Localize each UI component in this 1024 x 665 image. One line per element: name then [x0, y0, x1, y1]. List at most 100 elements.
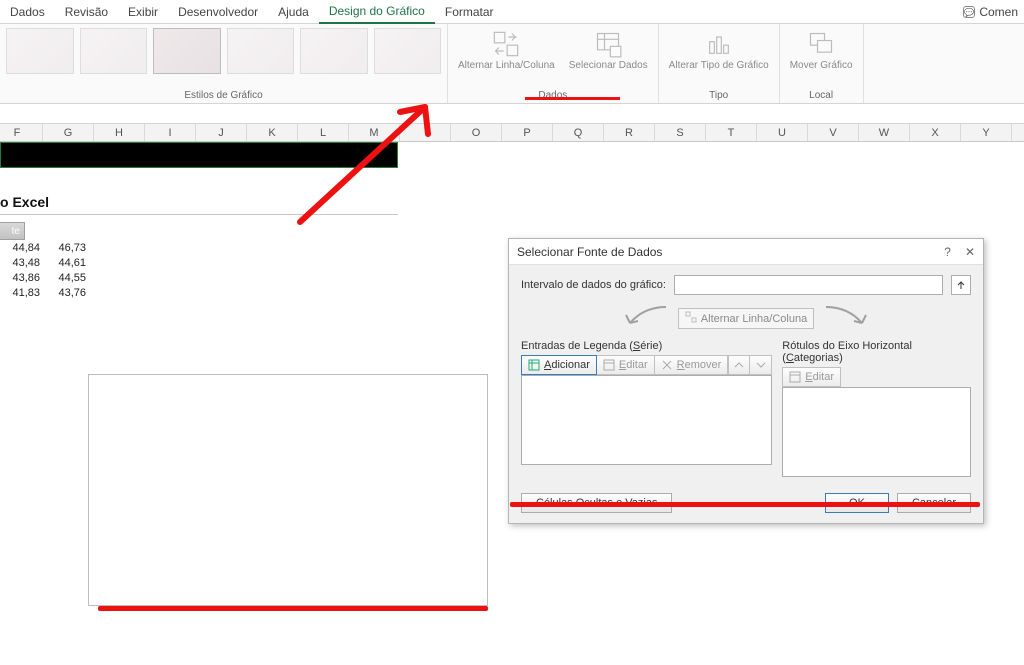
switch-row-column-label: Alternar Linha/Coluna [458, 60, 555, 71]
switch-row-column-mini-icon [685, 311, 697, 326]
group-type: Alterar Tipo de Gráfico Tipo [659, 24, 780, 103]
col-S[interactable]: S [655, 124, 706, 141]
col-M[interactable]: M [349, 124, 400, 141]
group-chart-styles: Estilos de Gráfico [0, 24, 448, 103]
chart-range-input[interactable] [674, 275, 943, 295]
col-I[interactable]: I [145, 124, 196, 141]
chart-style-5[interactable] [300, 28, 368, 74]
col-W[interactable]: W [859, 124, 910, 141]
select-data-icon [594, 30, 622, 58]
col-H[interactable]: H [94, 124, 145, 141]
chart-placeholder[interactable] [88, 374, 488, 606]
worksheet[interactable]: o Excel te 44,84 46,73 43,48 44,61 43,86… [0, 142, 1024, 662]
group-location: Mover Gráfico Local [780, 24, 864, 103]
change-chart-type-icon [705, 30, 733, 58]
edit-series-button[interactable]: Editar [597, 355, 655, 375]
remove-icon [661, 359, 673, 371]
chevron-down-icon [755, 359, 767, 371]
curve-left-icon [620, 305, 668, 332]
chart-style-3[interactable] [153, 28, 221, 74]
col-Q[interactable]: Q [553, 124, 604, 141]
cell[interactable]: 44,61 [46, 257, 92, 272]
cell[interactable]: 44,84 [0, 242, 46, 257]
change-chart-type-button[interactable]: Alterar Tipo de Gráfico [665, 28, 773, 73]
chart-style-1[interactable] [6, 28, 74, 74]
col-J[interactable]: J [196, 124, 247, 141]
categories-label: Rótulos do Eixo Horizontal (Categorias) [782, 340, 971, 364]
categories-listbox[interactable] [782, 387, 971, 477]
col-N[interactable] [400, 124, 451, 141]
col-G[interactable]: G [43, 124, 94, 141]
chart-style-6[interactable] [374, 28, 442, 74]
annotation-red-underline-dialog [510, 502, 980, 507]
dialog-title: Selecionar Fonte de Dados [517, 245, 662, 259]
col-V[interactable]: V [808, 124, 859, 141]
tab-design-grafico[interactable]: Design do Gráfico [319, 0, 435, 24]
cell[interactable]: 41,83 [0, 287, 46, 302]
group-label-location: Local [786, 88, 857, 101]
select-data-button[interactable]: Selecionar Dados [565, 28, 652, 73]
move-chart-icon [807, 30, 835, 58]
select-data-source-dialog: Selecionar Fonte de Dados ? ✕ Intervalo … [508, 238, 984, 524]
col-K[interactable]: K [247, 124, 298, 141]
categories-panel: Rótulos do Eixo Horizontal (Categorias) … [782, 340, 971, 477]
tab-formatar[interactable]: Formatar [435, 1, 504, 23]
comment-icon: 💬 [963, 6, 975, 18]
select-data-label: Selecionar Dados [569, 60, 648, 71]
tab-revisao[interactable]: Revisão [55, 1, 118, 23]
chevron-up-icon [733, 359, 745, 371]
col-F[interactable]: F [0, 124, 43, 141]
chart-style-2[interactable] [80, 28, 148, 74]
data-grid: 44,84 46,73 43,48 44,61 43,86 44,55 41,8… [0, 242, 92, 302]
switch-row-column-dialog-label: Alternar Linha/Coluna [701, 313, 807, 325]
add-series-button[interactable]: Adicionar [521, 355, 597, 375]
col-R[interactable]: R [604, 124, 655, 141]
table-row: 43,48 44,61 [0, 257, 92, 272]
move-chart-label: Mover Gráfico [790, 60, 853, 71]
group-label-type: Tipo [665, 88, 773, 101]
col-Y[interactable]: Y [961, 124, 1012, 141]
tab-dados[interactable]: Dados [0, 1, 55, 23]
switch-row-column-dialog-button[interactable]: Alternar Linha/Coluna [678, 308, 814, 329]
section-title-underline [0, 214, 398, 215]
move-chart-button[interactable]: Mover Gráfico [786, 28, 857, 73]
col-U[interactable]: U [757, 124, 808, 141]
dialog-titlebar: Selecionar Fonte de Dados ? ✕ [509, 239, 983, 265]
col-P[interactable]: P [502, 124, 553, 141]
cell[interactable]: 43,48 [0, 257, 46, 272]
formula-bar-strip [0, 104, 1024, 124]
cell[interactable]: 43,76 [46, 287, 92, 302]
tab-desenvolvedor[interactable]: Desenvolvedor [168, 1, 268, 23]
table-row: 44,84 46,73 [0, 242, 92, 257]
table-row: 43,86 44,55 [0, 272, 92, 287]
close-button[interactable]: ✕ [965, 245, 975, 259]
legend-series-panel: Entradas de Legenda (Série) Adicionar Ed… [521, 340, 772, 477]
add-icon [528, 359, 540, 371]
edit-category-button[interactable]: Editar [782, 367, 841, 387]
cell[interactable]: 46,73 [46, 242, 92, 257]
range-picker-button[interactable] [951, 275, 971, 295]
black-row-band [0, 142, 398, 168]
table-row: 41,83 43,76 [0, 287, 92, 302]
col-L[interactable]: L [298, 124, 349, 141]
tab-ajuda[interactable]: Ajuda [268, 1, 319, 23]
tab-exibir[interactable]: Exibir [118, 1, 168, 23]
col-T[interactable]: T [706, 124, 757, 141]
ribbon-tabs: Dados Revisão Exibir Desenvolvedor Ajuda… [0, 0, 1024, 24]
series-listbox[interactable] [521, 375, 772, 465]
column-headers: F G H I J K L M O P Q R S T U V W X Y [0, 124, 1024, 142]
help-button[interactable]: ? [944, 245, 951, 259]
col-O[interactable]: O [451, 124, 502, 141]
switch-row-column-button[interactable]: Alternar Linha/Coluna [454, 28, 559, 73]
chart-style-4[interactable] [227, 28, 295, 74]
cell[interactable]: 43,86 [0, 272, 46, 287]
remove-series-button[interactable]: Remover [655, 355, 729, 375]
cell[interactable]: 44,55 [46, 272, 92, 287]
group-data: Alternar Linha/Coluna Selecionar Dados D… [448, 24, 659, 103]
col-X[interactable]: X [910, 124, 961, 141]
ribbon: Estilos de Gráfico Alternar Linha/Coluna… [0, 24, 1024, 104]
comment-button[interactable]: 💬 Comen [957, 0, 1024, 24]
comment-label: Comen [979, 5, 1018, 19]
move-down-button[interactable] [750, 355, 772, 375]
move-up-button[interactable] [728, 355, 750, 375]
